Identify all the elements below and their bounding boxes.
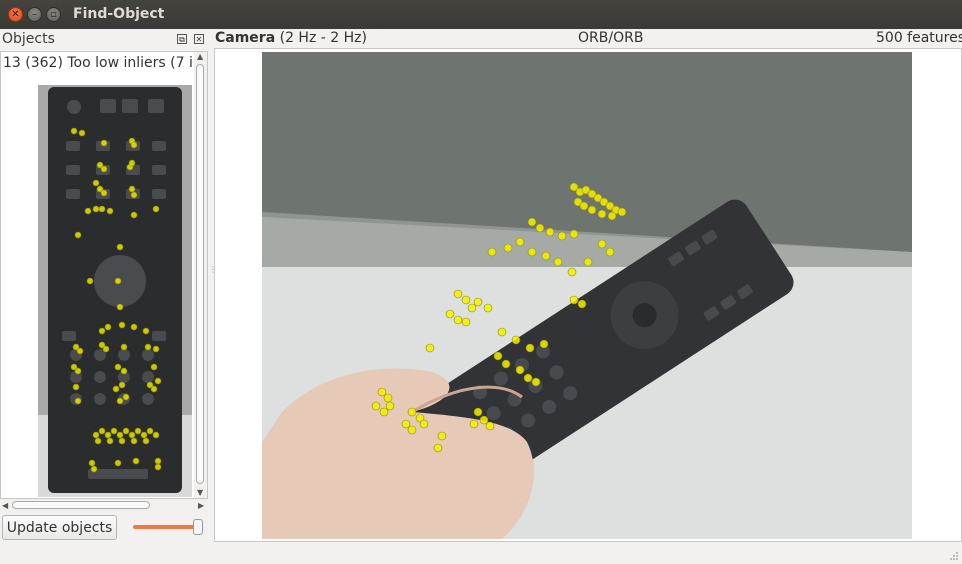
- status-bar: [0, 542, 962, 564]
- close-dock-button[interactable]: ✕: [194, 34, 204, 44]
- slider-track: [133, 525, 199, 529]
- close-window-button[interactable]: ✕: [8, 7, 23, 22]
- vertical-scroll-thumb[interactable]: [196, 64, 204, 484]
- close-icon: ✕: [11, 8, 20, 20]
- minimize-window-button[interactable]: –: [27, 7, 42, 22]
- slider-handle[interactable]: [193, 519, 203, 535]
- camera-view[interactable]: [214, 48, 962, 542]
- camera-rate: (2 Hz - 2 Hz): [279, 30, 367, 46]
- minimize-icon: –: [32, 8, 37, 20]
- camera-frame-image: [262, 52, 912, 539]
- horizontal-scroll-thumb[interactable]: [12, 501, 150, 509]
- camera-title: Camera (2 Hz - 2 Hz): [215, 30, 367, 46]
- camera-label: Camera: [215, 30, 276, 46]
- objects-vertical-scrollbar[interactable]: ▲ ▼: [194, 52, 207, 498]
- objects-list[interactable]: 13 (362) Too low inliers (7 in 1: [0, 51, 208, 499]
- window-titlebar: ✕ – ▫ Find-Object: [0, 0, 962, 29]
- float-icon: ⧉: [179, 35, 185, 44]
- maximize-window-button[interactable]: ▫: [46, 7, 61, 22]
- detector-label: ORB/ORB: [578, 30, 644, 46]
- scroll-left-icon[interactable]: ◀: [2, 501, 8, 510]
- objects-panel-title: Objects: [2, 31, 55, 47]
- zoom-slider[interactable]: [133, 517, 205, 537]
- features-count: 500 features: [876, 30, 962, 46]
- float-dock-button[interactable]: ⧉: [177, 34, 187, 44]
- scroll-down-icon[interactable]: ▼: [197, 488, 203, 497]
- object-thumbnail[interactable]: [38, 85, 192, 497]
- close-icon: ✕: [195, 35, 203, 44]
- resize-grip-icon[interactable]: [949, 551, 959, 561]
- object-item-status: 13 (362) Too low inliers (7 in 1: [3, 55, 208, 71]
- objects-horizontal-scrollbar[interactable]: ◀ ▶: [0, 499, 208, 512]
- scroll-up-icon[interactable]: ▲: [197, 52, 203, 61]
- window-title: Find-Object: [73, 6, 165, 22]
- maximize-icon: ▫: [50, 8, 57, 20]
- scroll-right-icon[interactable]: ▶: [198, 501, 204, 510]
- remote-object-image: [38, 85, 192, 497]
- update-objects-button[interactable]: Update objects: [2, 515, 117, 540]
